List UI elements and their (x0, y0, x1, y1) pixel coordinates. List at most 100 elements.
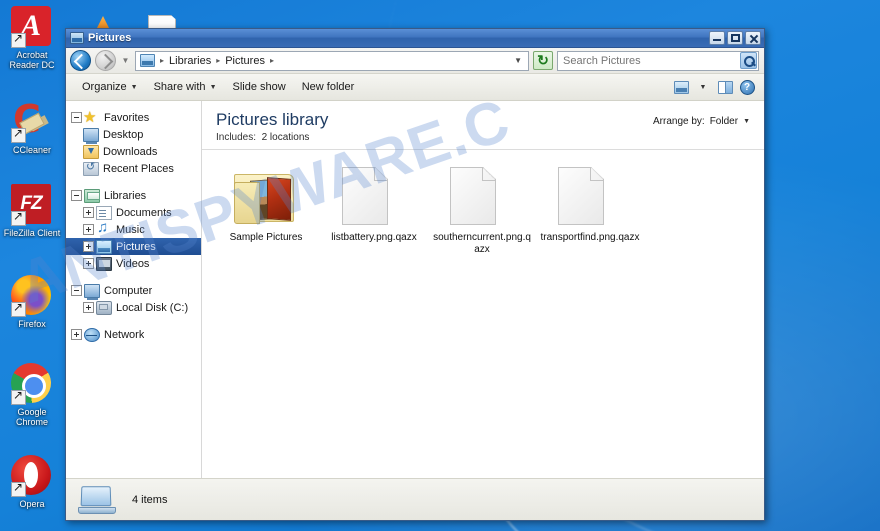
desktop: Acrobat Reader DC CCleaner FileZilla Cli… (0, 0, 880, 531)
breadcrumb-separator[interactable]: ▸ (268, 56, 276, 65)
file-grid: Sample Pictures listbattery.png.qazx sou… (202, 150, 764, 478)
address-bar[interactable]: ▸ Libraries ▸ Pictures ▸ ▼ (135, 50, 529, 71)
nav-group-computer: Computer Local Disk (C:) (66, 282, 201, 316)
help-icon (739, 79, 755, 95)
breadcrumb-separator[interactable]: ▸ (158, 56, 166, 65)
file-item-sample-pictures[interactable]: Sample Pictures (212, 160, 320, 260)
file-name-label: southerncurrent.png.qazx (433, 232, 531, 255)
breadcrumb-pictures[interactable]: Pictures (223, 53, 267, 69)
search-icon[interactable] (740, 52, 757, 69)
share-with-button[interactable]: Share with ▼ (146, 77, 225, 97)
expand-toggle-icon[interactable] (83, 241, 94, 252)
expand-toggle-icon[interactable] (83, 302, 94, 313)
new-folder-button[interactable]: New folder (294, 77, 363, 97)
opera-icon (11, 455, 53, 497)
expand-toggle-icon[interactable] (83, 207, 94, 218)
pictures-icon (96, 239, 112, 254)
new-folder-label: New folder (301, 81, 355, 93)
sidebar-item-recent-places[interactable]: Recent Places (66, 160, 201, 177)
sidebar-item-music[interactable]: Music (66, 219, 201, 238)
nav-group-libraries: Libraries Documents Music (66, 187, 201, 272)
preview-pane-button[interactable] (714, 77, 736, 97)
address-history-dropdown[interactable]: ▼ (510, 56, 526, 65)
sidebar-item-computer[interactable]: Computer (66, 282, 201, 300)
sidebar-item-downloads[interactable]: Downloads (66, 143, 201, 160)
computer-status-icon (78, 484, 118, 516)
close-button[interactable] (745, 31, 761, 45)
sidebar-item-documents[interactable]: Documents (66, 204, 201, 221)
file-item-transportfind[interactable]: transportfind.png.qazx (536, 160, 644, 260)
slide-show-label: Slide show (232, 81, 286, 93)
chevron-down-icon: ▼ (699, 83, 707, 91)
chevron-down-icon[interactable]: ▼ (743, 118, 750, 125)
share-with-label: Share with (153, 81, 206, 93)
sidebar-item-label: Computer (104, 284, 153, 297)
navigation-pane: Favorites Desktop Downloads Recent Place… (66, 101, 202, 478)
collapse-toggle-icon[interactable] (71, 112, 82, 123)
sidebar-item-pictures[interactable]: Pictures (66, 238, 201, 255)
desktop-icon-filezilla-client[interactable]: FileZilla Client (0, 184, 64, 238)
desktop-icon-google-chrome[interactable]: Google Chrome (0, 363, 64, 427)
sidebar-item-label: Libraries (104, 189, 147, 202)
breadcrumb-separator[interactable]: ▸ (214, 56, 222, 65)
address-bar-row: ▼ ▸ Libraries ▸ Pictures ▸ ▼ (66, 48, 764, 74)
sidebar-item-label: Downloads (103, 145, 158, 158)
desktop-icon-label: Firefox (18, 319, 46, 329)
refresh-button[interactable] (533, 51, 553, 70)
maximize-button[interactable] (727, 31, 743, 45)
window-titlebar[interactable]: Pictures (66, 29, 764, 48)
desktop-icon-label: Acrobat Reader DC (9, 50, 55, 70)
search-input[interactable] (563, 54, 740, 67)
sidebar-item-label: Pictures (116, 240, 156, 253)
generic-file-icon (450, 164, 514, 228)
search-box[interactable] (557, 50, 759, 71)
change-view-icon (673, 80, 689, 94)
address-library-icon (140, 54, 155, 67)
chevron-down-icon: ▼ (130, 83, 138, 91)
collapse-toggle-icon[interactable] (71, 190, 82, 201)
sidebar-item-desktop[interactable]: Desktop (66, 126, 201, 144)
file-list-pane: Pictures library Includes: 2 locations A… (202, 101, 764, 478)
shortcut-arrow-icon (11, 480, 26, 497)
desktop-icon-label: CCleaner (12, 145, 52, 155)
partial-desktop-icon[interactable] (148, 15, 176, 28)
back-button[interactable] (70, 50, 91, 71)
sidebar-item-favorites[interactable]: Favorites (66, 108, 201, 126)
generic-file-icon (342, 164, 406, 228)
help-button[interactable] (736, 77, 758, 97)
file-item-southerncurrent[interactable]: southerncurrent.png.qazx (428, 160, 536, 260)
organize-button[interactable]: Organize ▼ (74, 77, 146, 97)
library-includes-value[interactable]: 2 locations (262, 132, 310, 143)
change-view-dropdown[interactable]: ▼ (692, 77, 714, 97)
desktop-icon-firefox[interactable]: Firefox (0, 275, 64, 329)
forward-button[interactable] (95, 50, 116, 71)
desktop-icon-column: Acrobat Reader DC CCleaner FileZilla Cli… (0, 0, 64, 531)
music-icon (96, 219, 112, 237)
desktop-icon (83, 127, 99, 144)
collapse-toggle-icon[interactable] (71, 285, 82, 296)
expand-toggle-icon[interactable] (83, 258, 94, 269)
nav-group-favorites: Favorites Desktop Downloads Recent Place… (66, 108, 201, 177)
library-title-wrap: Pictures library Includes: 2 locations (216, 110, 653, 143)
desktop-icon-ccleaner[interactable]: CCleaner (0, 98, 64, 155)
computer-icon (84, 283, 100, 300)
file-item-listbattery[interactable]: listbattery.png.qazx (320, 160, 428, 260)
filezilla-icon (11, 184, 53, 226)
firefox-icon (11, 275, 53, 317)
slide-show-button[interactable]: Slide show (225, 77, 294, 97)
acrobat-icon (11, 6, 53, 48)
change-view-button[interactable] (670, 77, 692, 97)
expand-toggle-icon[interactable] (71, 329, 82, 340)
arrange-by-value[interactable]: Folder (710, 116, 738, 127)
desktop-icon-acrobat-reader-dc[interactable]: Acrobat Reader DC (0, 6, 64, 70)
minimize-button[interactable] (709, 31, 725, 45)
sidebar-item-network[interactable]: Network (66, 326, 201, 343)
breadcrumb-libraries[interactable]: Libraries (167, 53, 213, 69)
desktop-icon-opera[interactable]: Opera (0, 455, 64, 509)
recent-pages-dropdown[interactable]: ▼ (120, 56, 131, 65)
sidebar-item-libraries[interactable]: Libraries (66, 187, 201, 204)
recent-places-icon (83, 160, 99, 176)
sidebar-item-local-disk-c[interactable]: Local Disk (C:) (66, 299, 201, 316)
sidebar-item-videos[interactable]: Videos (66, 255, 201, 272)
expand-toggle-icon[interactable] (83, 224, 94, 235)
